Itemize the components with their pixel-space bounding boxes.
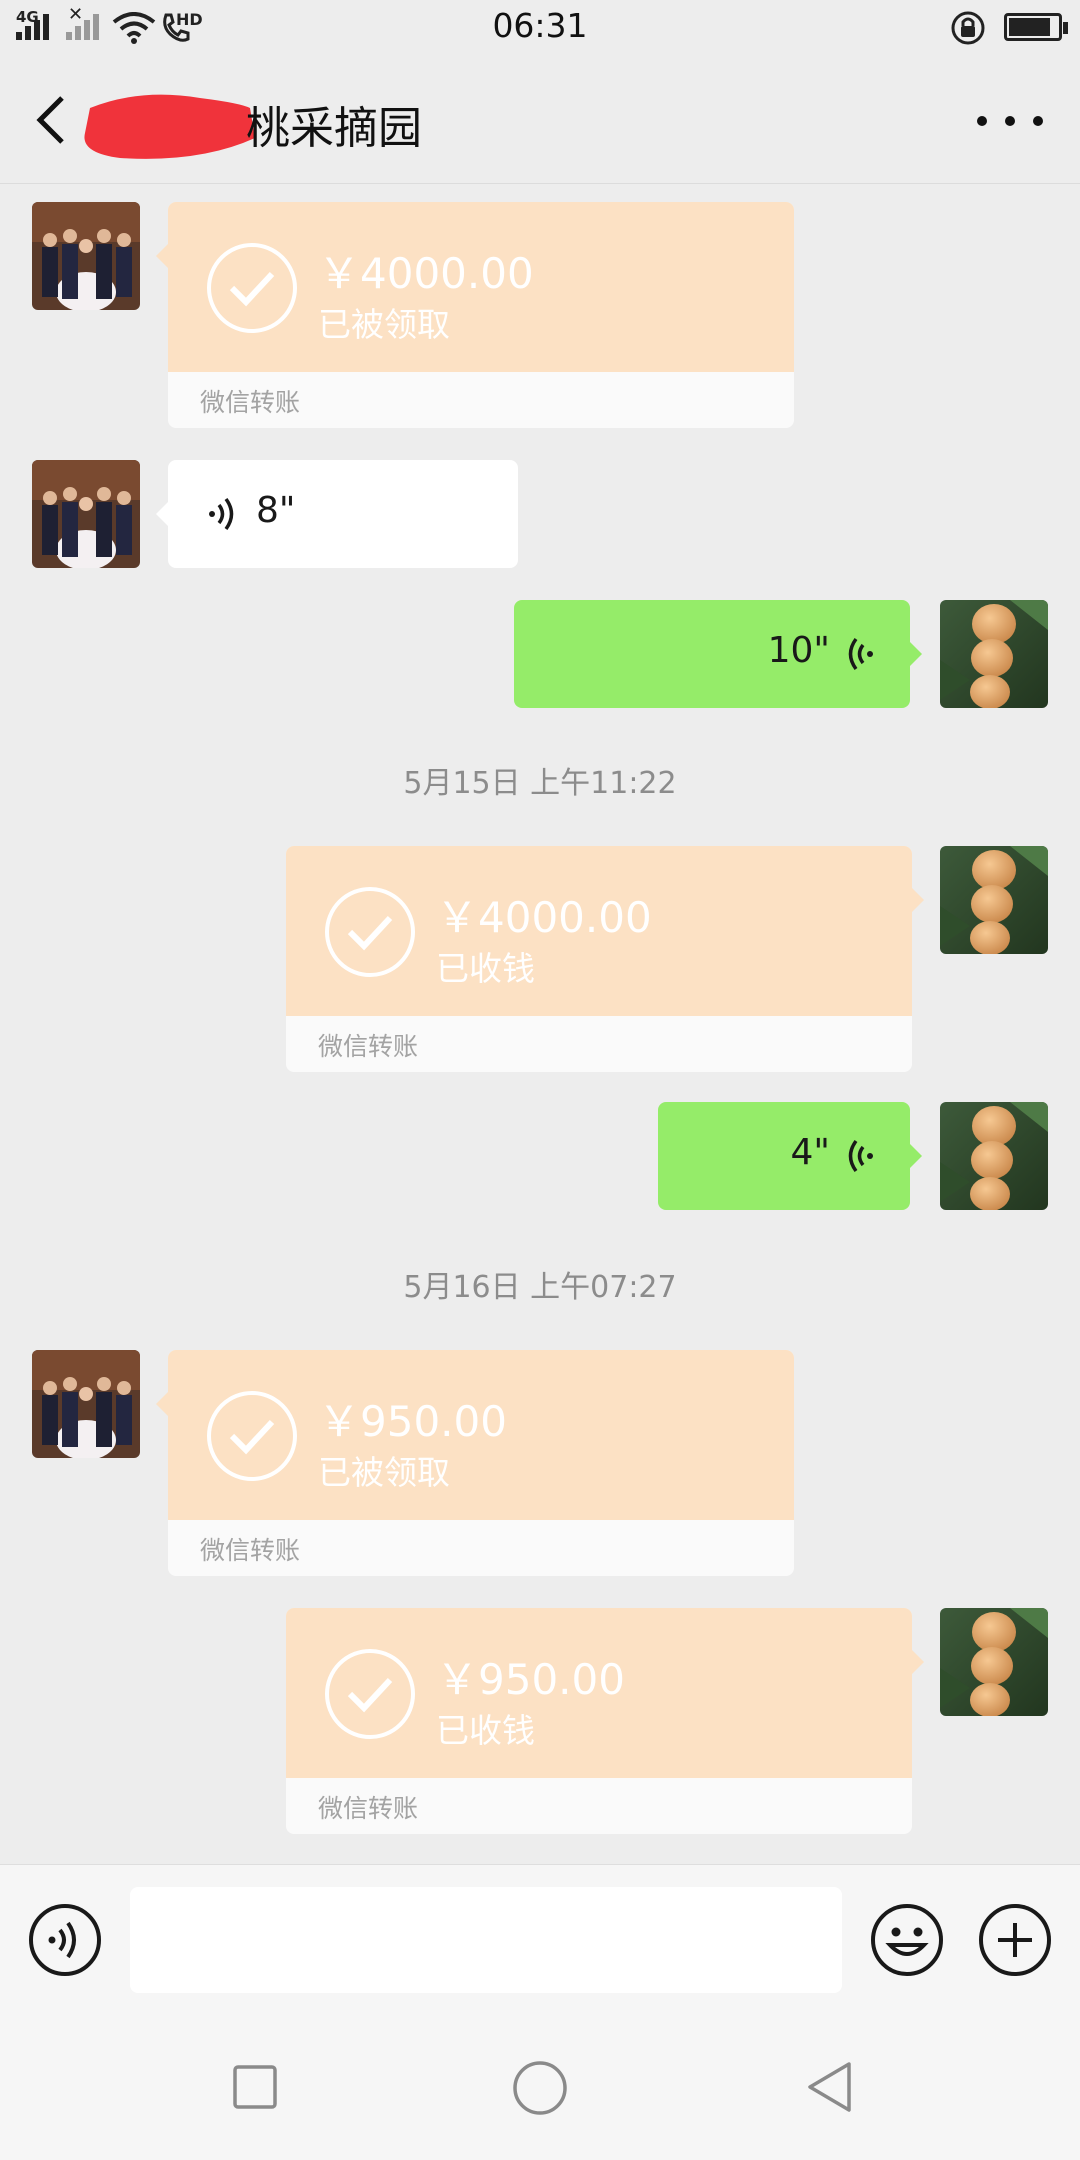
nav-back-button[interactable]: [804, 2060, 854, 2114]
input-bar: [0, 1864, 1080, 2014]
check-circle-icon: [207, 243, 297, 333]
rotation-lock-icon: [951, 11, 985, 45]
transfer-amount: ￥4000.00: [318, 249, 534, 298]
message-input[interactable]: [130, 1887, 842, 1993]
my-avatar[interactable]: [940, 600, 1048, 708]
transfer-amount: ￥950.00: [436, 1655, 625, 1704]
transfer-status: 已被领取: [318, 1453, 450, 1492]
transfer-footer: 微信转账: [200, 1536, 301, 1565]
check-circle-icon: [325, 1649, 415, 1739]
check-circle-icon: [207, 1391, 297, 1481]
voice-wave-icon: [848, 1139, 873, 1173]
contact-avatar[interactable]: [32, 460, 140, 568]
transfer-card[interactable]: ￥4000.00 已收钱 微信转账: [286, 846, 912, 1072]
transfer-card[interactable]: ￥950.00 已收钱 微信转账: [286, 1608, 912, 1834]
transfer-footer: 微信转账: [200, 388, 301, 417]
voice-mode-button[interactable]: [28, 1903, 102, 1977]
transfer-footer: 微信转账: [318, 1032, 419, 1061]
contact-avatar[interactable]: [32, 1350, 140, 1458]
voice-message[interactable]: 8": [168, 460, 518, 568]
home-button[interactable]: [512, 2060, 568, 2116]
chat-title: 桃采摘园: [246, 103, 422, 154]
more-options-button[interactable]: [970, 96, 1050, 146]
my-avatar[interactable]: [940, 1608, 1048, 1716]
contact-avatar[interactable]: [32, 202, 140, 310]
redaction-mark: [84, 94, 255, 159]
chat-header: 桃采摘园: [0, 56, 1080, 184]
emoji-button[interactable]: [870, 1903, 944, 1977]
transfer-status: 已收钱: [436, 1711, 535, 1750]
battery-icon: [1004, 13, 1068, 41]
transfer-amount: ￥950.00: [318, 1397, 507, 1446]
my-avatar[interactable]: [940, 1102, 1048, 1210]
transfer-card[interactable]: ￥950.00 已被领取 微信转账: [168, 1350, 794, 1576]
status-bar: 4G ✕ HD 06:31: [0, 0, 1080, 56]
voice-message[interactable]: 4": [658, 1102, 910, 1210]
recent-apps-button[interactable]: [232, 2064, 278, 2110]
battery-fill: [1009, 18, 1050, 36]
voice-duration: 10": [767, 630, 830, 671]
time-divider: 5月15日 上午11:22: [403, 766, 677, 801]
time-divider: 5月16日 上午07:27: [403, 1270, 677, 1305]
transfer-card[interactable]: ￥4000.00 已被领取 微信转账: [168, 202, 794, 428]
voice-duration: 4": [790, 1132, 830, 1173]
transfer-footer: 微信转账: [318, 1794, 419, 1823]
voice-wave-icon: [209, 497, 234, 531]
voice-wave-icon: [848, 637, 873, 671]
transfer-amount: ￥4000.00: [436, 893, 652, 942]
system-nav-bar: [0, 2014, 1080, 2160]
check-circle-icon: [325, 887, 415, 977]
my-avatar[interactable]: [940, 846, 1048, 954]
back-button[interactable]: [24, 90, 84, 150]
voice-message[interactable]: 10": [514, 600, 910, 708]
transfer-status: 已被领取: [318, 305, 450, 344]
status-time: 06:31: [492, 6, 588, 45]
transfer-status: 已收钱: [436, 949, 535, 988]
voice-duration: 8": [256, 490, 296, 531]
plus-button[interactable]: [978, 1903, 1052, 1977]
